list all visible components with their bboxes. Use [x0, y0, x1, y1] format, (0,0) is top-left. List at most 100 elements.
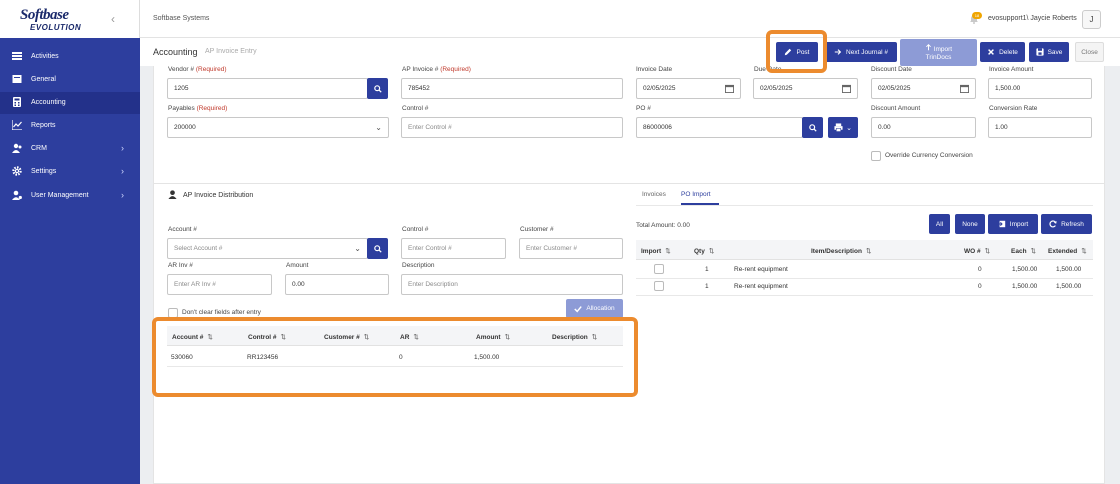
account-placeholder: Select Account #: [174, 245, 223, 252]
tab-po-import[interactable]: PO Import: [681, 191, 719, 205]
po-field[interactable]: 86000006: [636, 117, 803, 138]
discount-date-value: 02/05/2025: [878, 85, 911, 92]
close-button[interactable]: Close: [1075, 42, 1104, 62]
discount-date-field[interactable]: 02/05/2025: [871, 78, 976, 99]
import-label: Import: [1009, 220, 1029, 228]
next-journal-button[interactable]: Next Journal #: [825, 42, 897, 62]
total-amount: Total Amount: 0.00: [636, 222, 690, 229]
invoice-amount-label: Invoice Amount: [989, 66, 1034, 73]
col-import[interactable]: Import ⇅: [641, 247, 671, 255]
control-field[interactable]: Enter Control #: [401, 117, 623, 138]
vendor-label: Vendor # (Required): [168, 66, 227, 73]
override-currency-label: Override Currency Conversion: [885, 152, 973, 159]
notification-badge: 18: [972, 12, 982, 19]
amount-field[interactable]: 0.00: [285, 274, 389, 295]
account-select[interactable]: Select Account # ⌄: [167, 238, 368, 259]
avatar[interactable]: J: [1082, 10, 1101, 29]
sidebar-item-settings[interactable]: Settings ›: [0, 161, 140, 183]
col-qty[interactable]: Qty ⇅: [694, 247, 714, 255]
vendor-search-button[interactable]: [367, 78, 388, 99]
due-date-field[interactable]: 02/05/2025: [753, 78, 858, 99]
discount-date-label: Discount Date: [871, 66, 912, 73]
tab-invoices[interactable]: Invoices: [642, 191, 666, 198]
softbase-logo[interactable]: Softbase EVOLUTION: [20, 8, 102, 34]
row-divider: [636, 295, 1093, 296]
sidebar-item-general[interactable]: General: [0, 69, 140, 91]
sidebar-item-reports[interactable]: Reports: [0, 115, 140, 137]
import-trindocs-line2: TrinDocs: [925, 53, 952, 61]
delete-label: Delete: [999, 48, 1018, 56]
company-name: Softbase Systems: [153, 15, 210, 22]
allocation-button[interactable]: Allocation: [566, 299, 623, 318]
dist-control-field[interactable]: Enter Control #: [401, 238, 506, 259]
import-row-checkbox[interactable]: [654, 281, 664, 291]
col-wo[interactable]: WO # ⇅: [964, 247, 990, 255]
import-button[interactable]: Import: [988, 214, 1038, 234]
page-subtitle: AP Invoice Entry: [205, 48, 257, 55]
calendar-icon[interactable]: [842, 84, 851, 93]
cell-item: Re-rent equipment: [734, 283, 788, 290]
vendor-field[interactable]: 1205: [167, 78, 368, 99]
all-button[interactable]: All: [929, 214, 950, 234]
import-row-checkbox[interactable]: [654, 264, 664, 274]
dist-control-label: Control #: [402, 226, 429, 233]
users-icon: [12, 143, 22, 153]
close-icon: [988, 49, 995, 55]
sidebar-item-user-management[interactable]: User Management ›: [0, 185, 140, 207]
check-icon: [574, 305, 583, 312]
account-label: Account #: [168, 226, 197, 233]
discount-amount-label: Discount Amount: [871, 105, 921, 112]
account-search-button[interactable]: [367, 238, 388, 259]
search-icon: [373, 84, 382, 93]
print-dropdown-button[interactable]: ⌄: [828, 117, 858, 138]
sidebar-item-label: Settings: [31, 168, 57, 175]
ap-invoice-field[interactable]: 785452: [401, 78, 623, 99]
po-search-button[interactable]: [802, 117, 823, 138]
calendar-icon[interactable]: [725, 84, 734, 93]
chevron-right-icon: ›: [121, 190, 124, 200]
col-item[interactable]: Item/Description ⇅: [811, 247, 871, 255]
payables-select[interactable]: 200000 ⌄: [167, 117, 389, 138]
calendar-icon[interactable]: [960, 84, 969, 93]
cell-each: 1,500.00: [1012, 266, 1038, 273]
invoice-amount-field[interactable]: 1,500.00: [988, 78, 1092, 99]
next-journal-label: Next Journal #: [846, 48, 888, 56]
collapse-sidebar-icon[interactable]: ‹: [111, 12, 121, 26]
cell-extended: 1,500.00: [1056, 283, 1082, 290]
col-extended[interactable]: Extended ⇅: [1048, 247, 1087, 255]
sidebar-item-label: Accounting: [31, 99, 66, 106]
sidebar-item-activities[interactable]: Activities: [0, 46, 140, 68]
customer-field[interactable]: Enter Customer #: [519, 238, 623, 259]
delete-button[interactable]: Delete: [980, 42, 1025, 62]
top-bar: Softbase Systems 18 evosupport1\ Jaycie …: [140, 0, 1120, 38]
logo-area: Softbase EVOLUTION ‹: [0, 0, 140, 38]
cell-item: Re-rent equipment: [734, 266, 788, 273]
chevron-right-icon: ›: [121, 143, 124, 153]
import-trindocs-line1: Import: [925, 43, 952, 54]
import-trindocs-button[interactable]: Import TrinDocs: [900, 39, 977, 66]
sidebar-item-crm[interactable]: CRM ›: [0, 138, 140, 160]
sidebar-item-accounting[interactable]: Accounting: [0, 92, 140, 114]
payables-value: 200000: [174, 124, 196, 131]
discount-amount-field[interactable]: 0.00: [871, 117, 976, 138]
invoice-date-field[interactable]: 02/05/2025: [636, 78, 741, 99]
description-field[interactable]: Enter Description: [401, 274, 623, 295]
ar-inv-field[interactable]: Enter AR Inv #: [167, 274, 272, 295]
sidebar-item-label: User Management: [31, 192, 89, 199]
override-currency-checkbox[interactable]: [871, 151, 881, 161]
logo-text-softbase: Softbase: [20, 7, 69, 23]
user-name[interactable]: evosupport1\ Jaycie Roberts: [988, 15, 1077, 22]
due-date-value: 02/05/2025: [760, 85, 793, 92]
invoice-date-value: 02/05/2025: [643, 85, 676, 92]
description-label: Description: [402, 262, 435, 269]
amount-label: Amount: [286, 262, 309, 269]
col-each[interactable]: Each ⇅: [1011, 247, 1036, 255]
customer-label: Customer #: [520, 226, 554, 233]
user-icon: [168, 190, 177, 199]
refresh-button[interactable]: Refresh: [1041, 214, 1092, 234]
conversion-rate-field[interactable]: 1.00: [988, 117, 1092, 138]
save-button[interactable]: Save: [1029, 42, 1069, 62]
refresh-label: Refresh: [1061, 220, 1084, 228]
none-button[interactable]: None: [955, 214, 985, 234]
sidebar-item-label: Activities: [31, 53, 59, 60]
